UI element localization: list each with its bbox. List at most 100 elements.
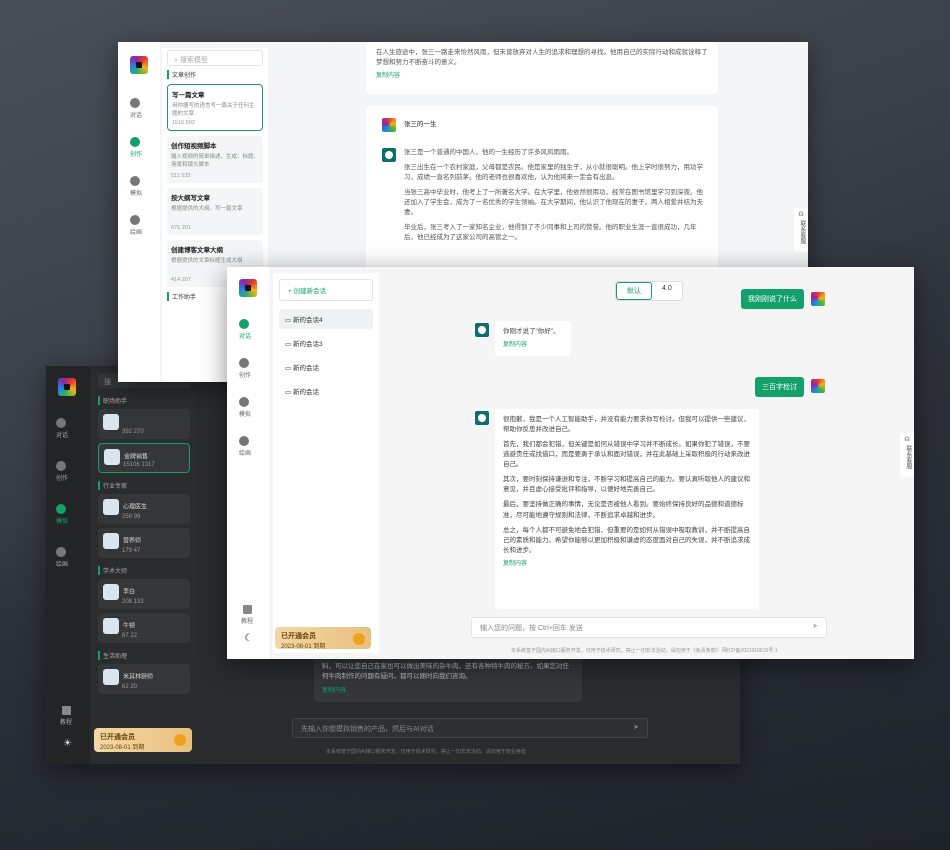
model-card[interactable]: 392 270 [98,409,190,439]
avatar [103,669,119,685]
search-input[interactable]: ⌕ 搜索模型 [167,50,263,66]
copy-button[interactable]: 复制内容 [503,560,751,569]
nav-chat[interactable]: 对话 [239,319,251,340]
user-question: 张三的一生 [404,121,437,128]
nav-tutorial[interactable]: 教程 [60,706,72,726]
answer-paragraph: 其次，要时刻保持谦逊和专注，不断学习和提高自己的能力。要认真听取他人的建议和意见… [503,476,750,494]
assistant-message: 料，可以让您自己在家也可以做出美味的杂牛肉。还有各种特牛肉的秘方。如果您对任何牛… [314,656,582,703]
headset-icon: ☊ [904,437,910,443]
avatar [103,618,119,634]
nav-tutorial[interactable]: 教程 [241,605,253,625]
chat-icon: ▭ [285,341,293,348]
user-message: 我刚刚说了什么 [741,289,804,309]
medal-icon [353,633,365,645]
avatar [104,449,120,465]
answer-paragraph: 首先，我们都会犯错，但关键是如何从错误中学习并不断成长。如果你犯了错误，不要逃避… [503,441,750,469]
app-logo [58,378,76,396]
session-item[interactable]: ▭ 新的会话 [279,357,373,377]
section-title: 生活助理 [98,651,190,660]
template-card[interactable]: 按大纲写文章 根据提供的大纲，写一篇文章 676 201 [167,188,263,235]
answer-paragraph: 张三是一个普通的中国人，他的一生经历了许多风风雨雨。 [404,149,573,156]
contact-service-button[interactable]: ☊ 联系客服 [900,433,914,477]
footer-notice: 本系统基于国内AI接口服务开发，仅用于技术研究，禁止一切非法活动，请勿用于《免责… [511,648,778,654]
palette-icon [130,215,140,225]
template-card[interactable]: 创作短视频脚本 输入视频的简单描述，生成：标题、场景和镜头脚本 511 533 [167,136,263,183]
nav-simulate[interactable]: 模拟 [56,504,68,525]
nav-chat[interactable]: 对话 [56,418,68,439]
section-title: 学术大师 [98,566,190,575]
assistant-avatar [475,411,489,425]
model-version-option[interactable]: 4.0 [652,282,682,300]
nav-simulate[interactable]: 模拟 [130,176,142,197]
answer-paragraph: 很抱歉，我是一个人工智能助手，并没有能力要求你写检讨。但我可以提供一些建议，帮助… [503,416,750,434]
copy-button[interactable]: 复制内容 [503,341,563,350]
assistant-message: 很抱歉，我是一个人工智能助手，并没有能力要求你写检讨。但我可以提供一些建议，帮助… [495,409,759,609]
template-card-selected[interactable]: 写一篇文章 用你擅写的语言写一篇关于任何主题的文章 1515 592 [167,84,263,131]
session-list: + 创建新会话 ▭ 新的会话4 ▭ 新的会话3 ▭ 新的会话 ▭ 新的会话 [273,273,379,653]
avatar [103,584,119,600]
model-card[interactable]: 牛顿 87 22 [98,613,190,643]
copy-button[interactable]: 复制内容 [322,687,574,697]
dark-model-list: 搜 职场助手 392 270 金牌销售 15106 1317 行业专家 心理医生 2… [92,372,196,764]
session-item[interactable]: ▭ 新的会话 [279,381,373,401]
simulate-icon [130,176,140,186]
model-card-selected[interactable]: 金牌销售 15106 1317 [98,443,190,473]
copy-button[interactable]: 复制内容 [376,72,708,81]
nav-create[interactable]: 创作 [239,358,251,379]
theme-toggle-icon[interactable]: ☀ [63,738,72,749]
vip-badge[interactable]: 已开通会员 2023-08-01 到期 [94,728,192,752]
send-icon[interactable]: ➤ [812,622,818,630]
contact-service-button[interactable]: ☊ 联系客服 [794,208,808,252]
model-card[interactable]: 营养师 179 47 [98,528,190,558]
nav-simulate[interactable]: 模拟 [239,397,251,418]
chat-icon: ▭ [285,317,293,324]
send-icon[interactable]: ➤ [633,723,639,731]
assistant-message: 你刚才说了"你好"。 复制内容 [495,321,571,357]
model-switch: 默认 4.0 [615,281,683,301]
nav-create[interactable]: 创作 [56,461,68,482]
book-icon [242,605,252,614]
new-session-button[interactable]: + 创建新会话 [279,279,373,301]
model-default-option[interactable]: 默认 [616,282,652,300]
answer-paragraph: 总之，每个人都不可避免地会犯错，但重要的是如何从错误中吸取教训，并不断提高自己的… [503,526,750,554]
vip-badge[interactable]: 已开通会员 2023-08-01 到期 [275,627,371,650]
avatar [103,414,119,430]
assistant-avatar [475,323,489,337]
leaf-icon [130,137,140,147]
dark-sidebar: 对话 创作 模拟 绘画 教程 ☀ [46,366,90,764]
user-message: 三百字检讨 [755,377,804,397]
user-avatar [811,292,825,306]
session-item[interactable]: ▭ 新的会话3 [279,333,373,353]
nav-chat[interactable]: 对话 [130,98,142,119]
nav-draw[interactable]: 绘画 [56,547,68,568]
front-sidebar: 对话 创作 模拟 绘画 教程 ☾ [227,267,271,659]
simulate-icon [239,397,249,407]
chat-input[interactable]: 输入您的问题，按 Ctrl+回车 发送 ➤ [471,617,827,638]
nav-create[interactable]: 创作 [130,137,142,158]
section-title: 文章创作 [167,70,263,79]
avatar [103,499,119,515]
palette-icon [239,436,249,446]
chat-input[interactable]: 先输入你想模拟销售的产品，然后与AI对话 ➤ [292,718,648,738]
nav-draw[interactable]: 绘画 [130,215,142,236]
leaf-icon [56,461,66,471]
user-avatar [382,118,396,132]
section-title: 职场助手 [98,396,190,405]
chat-icon [56,418,66,428]
user-avatar [811,379,825,393]
model-card[interactable]: 李白 208 133 [98,579,190,609]
assistant-message: 在人生旅途中，张三一路走来怡然风雨，但未曾放弃对人生的追求和理想的寻找。他用自己… [366,42,718,94]
moon-icon[interactable]: ☾ [244,633,253,644]
headset-icon: ☊ [798,212,804,218]
answer-paragraph: 毕业后，张三考入了一家知名企业，他得到了不少同事和上司的赞誉。他的职业生涯一直很… [404,224,697,242]
front-app-window: 对话 创作 模拟 绘画 教程 ☾ + 创建新会话 ▭ 新的会话4 ▭ 新的会话3… [227,267,914,659]
section-title: 行业专家 [98,481,190,490]
session-item[interactable]: ▭ 新的会话4 [279,309,373,329]
model-card[interactable]: 米其林厨师 62 20 [98,664,190,694]
chat-icon: ▭ [285,389,293,396]
avatar [103,533,119,549]
palette-icon [56,547,66,557]
model-card[interactable]: 心理医生 258 99 [98,494,190,524]
footer-notice: 本系统基于国内AI接口服务开发，仅用于技术研究，禁止一切非法活动，请勿用于商业用… [326,749,526,755]
nav-draw[interactable]: 绘画 [239,436,251,457]
